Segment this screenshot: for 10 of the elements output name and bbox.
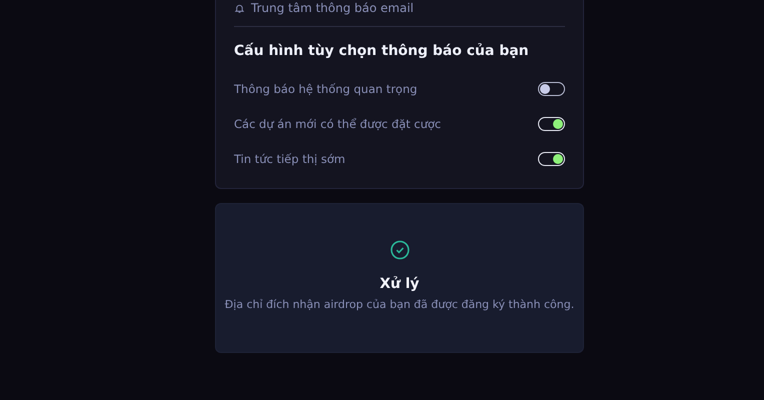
status-message: Địa chỉ đích nhận airdrop của bạn đã được đăng ký thành công.	[224, 298, 574, 311]
status-title: Xử lý	[380, 276, 420, 292]
section-heading: Cấu hình tùy chọn thông báo của bạn	[234, 43, 530, 59]
email-link[interactable]: Trung tâm thông báo email	[234, 0, 414, 16]
check-circle-icon	[390, 240, 410, 260]
bell-icon	[234, 2, 245, 14]
option-label: Các dự án mới có thể được đặt cược	[234, 116, 442, 130]
option-label: Tin tức tiếp thị sớm	[234, 152, 346, 166]
toggle-switch[interactable]	[538, 82, 565, 96]
option-label: Thông báo hệ thống quan trọng	[234, 82, 418, 96]
